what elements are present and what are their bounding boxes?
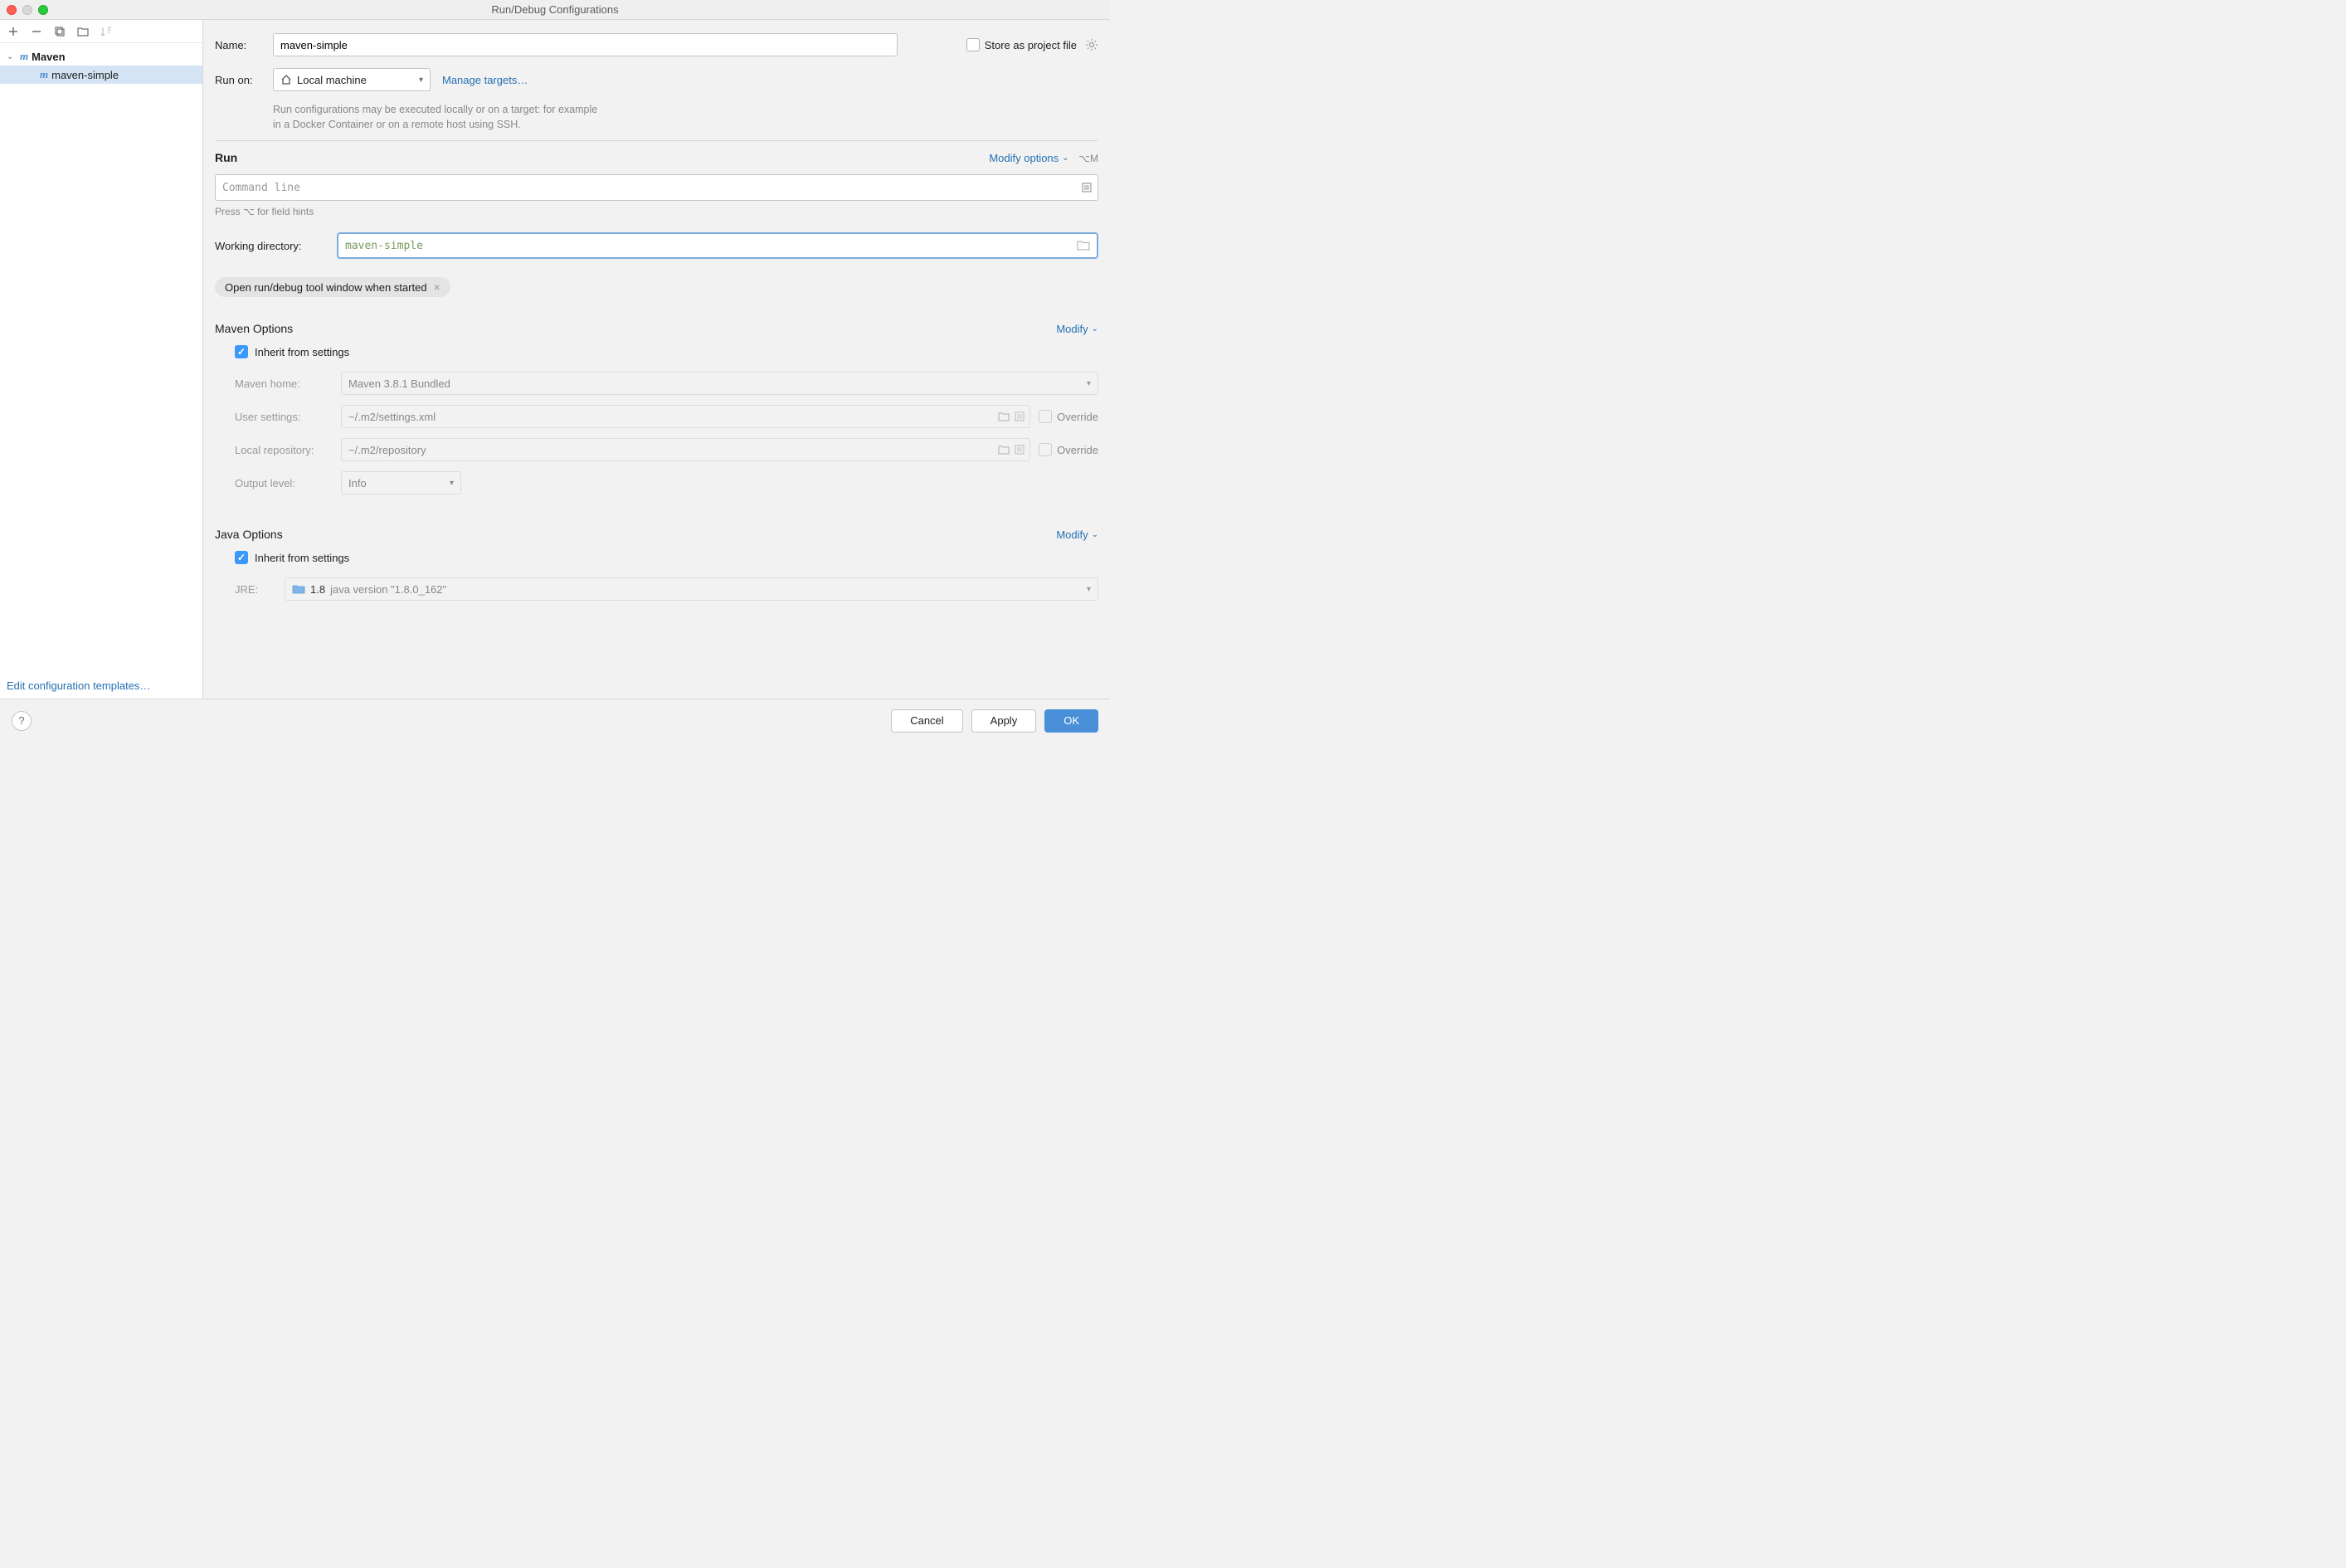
chevron-down-icon: ⌄ bbox=[1092, 324, 1098, 334]
maven-icon: m bbox=[40, 68, 48, 81]
runon-select[interactable]: Local machine ▾ bbox=[273, 68, 431, 91]
runon-label: Run on: bbox=[215, 74, 273, 86]
maven-modify-link[interactable]: Modify ⌄ bbox=[1056, 323, 1098, 335]
copy-icon[interactable] bbox=[51, 23, 68, 40]
expand-icon[interactable] bbox=[1081, 182, 1093, 193]
runon-help-text: Run configurations may be executed local… bbox=[273, 103, 1098, 132]
maven-inherit-label: Inherit from settings bbox=[255, 346, 349, 358]
java-modify-link[interactable]: Modify ⌄ bbox=[1056, 528, 1098, 541]
folder-icon[interactable] bbox=[1077, 240, 1090, 251]
chevron-down-icon: ⌄ bbox=[7, 52, 17, 61]
tree-node-label: maven-simple bbox=[51, 69, 119, 81]
field-hint: Press ⌥ for field hints bbox=[215, 206, 1098, 217]
output-level-select: Info ▾ bbox=[341, 471, 461, 494]
manage-targets-link[interactable]: Manage targets… bbox=[442, 74, 528, 86]
sort-icon[interactable] bbox=[98, 23, 114, 40]
minimize-window-button[interactable] bbox=[22, 5, 32, 15]
folder-icon bbox=[998, 411, 1010, 421]
working-directory-input[interactable]: maven-simple bbox=[337, 232, 1098, 259]
jre-description: java version "1.8.0_162" bbox=[330, 583, 446, 596]
tree-node-maven[interactable]: ⌄ m Maven bbox=[0, 47, 202, 66]
chevron-down-icon: ▾ bbox=[450, 479, 454, 488]
maximize-window-button[interactable] bbox=[38, 5, 48, 15]
working-directory-value: maven-simple bbox=[345, 240, 423, 252]
name-label: Name: bbox=[215, 39, 273, 51]
store-as-project-checkbox[interactable] bbox=[966, 38, 980, 51]
content-panel: Name: Store as project file Run on: Loca… bbox=[203, 20, 1110, 699]
jdk-icon bbox=[292, 583, 305, 595]
expand-icon bbox=[1015, 445, 1025, 455]
java-inherit-checkbox[interactable] bbox=[235, 551, 248, 564]
divider bbox=[215, 140, 1098, 141]
folder-icon bbox=[998, 445, 1010, 455]
ok-button[interactable]: OK bbox=[1044, 709, 1098, 733]
tree-node-label: Maven bbox=[32, 51, 65, 63]
sidebar-toolbar bbox=[0, 20, 202, 43]
maven-home-field: Maven 3.8.1 Bundled ▾ bbox=[341, 372, 1098, 395]
output-level-label: Output level: bbox=[235, 477, 341, 489]
chevron-down-icon: ▾ bbox=[1087, 379, 1091, 388]
traffic-lights bbox=[7, 5, 48, 15]
user-settings-label: User settings: bbox=[235, 411, 341, 423]
help-button[interactable]: ? bbox=[12, 711, 32, 731]
shortcut-label: ⌥M bbox=[1078, 153, 1098, 164]
apply-button[interactable]: Apply bbox=[971, 709, 1037, 733]
jre-field: 1.8 java version "1.8.0_162" ▾ bbox=[285, 577, 1098, 601]
command-line-placeholder: Command line bbox=[222, 182, 300, 194]
java-options-title: Java Options bbox=[215, 528, 283, 541]
gear-icon[interactable] bbox=[1085, 38, 1098, 51]
chip-label: Open run/debug tool window when started bbox=[225, 281, 427, 294]
window-title: Run/Debug Configurations bbox=[491, 3, 618, 16]
user-settings-field: ~/.m2/settings.xml bbox=[341, 405, 1030, 428]
add-icon[interactable] bbox=[5, 23, 22, 40]
local-repo-field: ~/.m2/repository bbox=[341, 438, 1030, 461]
config-tree: ⌄ m Maven m maven-simple bbox=[0, 43, 202, 673]
tree-node-maven-simple[interactable]: m maven-simple bbox=[0, 66, 202, 84]
open-tool-window-chip: Open run/debug tool window when started … bbox=[215, 277, 450, 297]
maven-home-label: Maven home: bbox=[235, 377, 341, 390]
user-settings-override-label: Override bbox=[1057, 411, 1098, 423]
working-directory-label: Working directory: bbox=[215, 240, 337, 252]
command-line-input[interactable]: Command line bbox=[215, 174, 1098, 201]
user-settings-override-checkbox bbox=[1039, 410, 1052, 423]
footer: ? Cancel Apply OK bbox=[0, 699, 1110, 742]
edit-templates-link[interactable]: Edit configuration templates… bbox=[0, 673, 202, 699]
local-repo-override-label: Override bbox=[1057, 444, 1098, 456]
remove-icon[interactable] bbox=[28, 23, 45, 40]
folder-icon[interactable] bbox=[75, 23, 91, 40]
expand-icon bbox=[1015, 411, 1025, 421]
maven-icon: m bbox=[20, 50, 28, 63]
store-as-project-label: Store as project file bbox=[985, 39, 1077, 51]
chip-remove-icon[interactable]: × bbox=[434, 280, 440, 294]
chevron-down-icon: ▾ bbox=[419, 75, 423, 85]
local-repo-label: Local repository: bbox=[235, 444, 341, 456]
run-section-title: Run bbox=[215, 151, 237, 164]
modify-options-link[interactable]: Modify options ⌄ bbox=[989, 152, 1068, 164]
maven-inherit-checkbox[interactable] bbox=[235, 345, 248, 358]
java-inherit-label: Inherit from settings bbox=[255, 552, 349, 564]
sidebar: ⌄ m Maven m maven-simple Edit configurat… bbox=[0, 20, 203, 699]
local-repo-override-checkbox bbox=[1039, 443, 1052, 456]
runon-value: Local machine bbox=[297, 74, 367, 86]
cancel-button[interactable]: Cancel bbox=[891, 709, 962, 733]
chevron-down-icon: ⌄ bbox=[1092, 530, 1098, 539]
titlebar: Run/Debug Configurations bbox=[0, 0, 1110, 20]
chevron-down-icon: ⌄ bbox=[1062, 153, 1068, 163]
name-input[interactable] bbox=[273, 33, 898, 56]
jre-label: JRE: bbox=[235, 583, 285, 596]
home-icon bbox=[280, 74, 292, 85]
close-window-button[interactable] bbox=[7, 5, 17, 15]
jre-version: 1.8 bbox=[310, 583, 325, 596]
chevron-down-icon: ▾ bbox=[1087, 585, 1091, 594]
maven-options-title: Maven Options bbox=[215, 322, 293, 335]
